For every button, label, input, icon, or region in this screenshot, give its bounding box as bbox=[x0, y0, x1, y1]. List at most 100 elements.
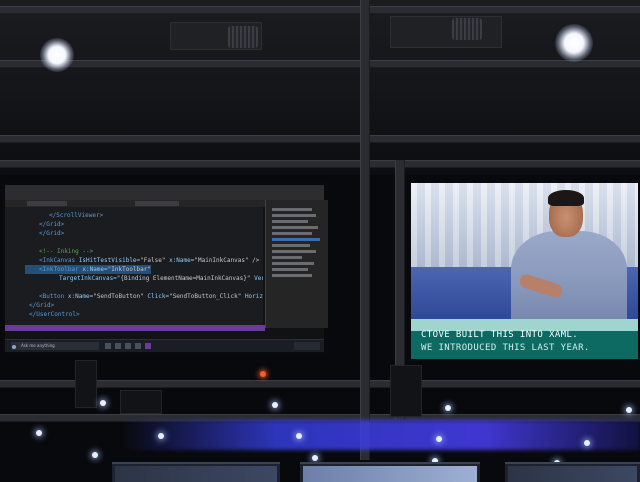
windows-taskbar: Ask me anything bbox=[5, 339, 324, 352]
ide-tab bbox=[27, 201, 67, 206]
code-line: </Grid> bbox=[25, 229, 64, 238]
ide-title-bar bbox=[5, 185, 324, 193]
ceiling-vent-icon bbox=[228, 26, 258, 48]
ide-tab bbox=[135, 201, 179, 206]
caption-line: CTOVE BUILT THIS INTO XAML. bbox=[421, 330, 579, 340]
truss-beam bbox=[0, 60, 640, 68]
tree-item bbox=[272, 262, 314, 265]
tree-item bbox=[272, 274, 312, 277]
code-line: </Grid> bbox=[25, 301, 54, 310]
taskbar-app-icon bbox=[115, 343, 121, 349]
ceiling-panel bbox=[390, 16, 502, 48]
code-token: <InkToolbar bbox=[39, 266, 83, 273]
taskbar-app-icon bbox=[125, 343, 131, 349]
tree-item bbox=[272, 220, 308, 223]
code-token: "{Binding ElementName=MainInkCanvas}" bbox=[116, 275, 255, 282]
code-token: x:Name= bbox=[67, 293, 94, 300]
stage-light-icon bbox=[36, 430, 42, 436]
taskbar-app-icon bbox=[145, 343, 151, 349]
speaker-video-screen: CTOVE BUILT THIS INTO XAML. WE INTRODUCE… bbox=[409, 181, 640, 361]
tree-item bbox=[272, 268, 308, 271]
code-line: <InkCanvas IsHitTestVisible="False" x:Na… bbox=[25, 256, 259, 265]
indicator-light-icon bbox=[260, 371, 266, 377]
caption-line: WE INTRODUCED THIS LAST YEAR. bbox=[421, 343, 590, 353]
code-editor: </ScrollViewer> </Grid> </Grid> <!-- Inking… bbox=[25, 207, 263, 325]
truss-column bbox=[360, 0, 370, 460]
code-line: </UserControl> bbox=[25, 310, 80, 319]
code-token: IsHitTestVisible= bbox=[78, 257, 141, 264]
stage-light-icon bbox=[436, 436, 442, 442]
search-circle-icon bbox=[12, 345, 16, 349]
system-tray bbox=[294, 342, 320, 350]
code-token: "InkToolbar" bbox=[107, 266, 152, 273]
tree-item bbox=[272, 244, 310, 247]
stage-light-icon bbox=[296, 433, 302, 439]
truss-beam bbox=[0, 160, 640, 168]
code-token: "MainInkCanvas" /> bbox=[194, 257, 260, 264]
code-token: HorizontalAlignment= bbox=[244, 293, 263, 300]
ide-gutter bbox=[5, 207, 26, 325]
stage-light-icon bbox=[626, 407, 632, 413]
tree-item bbox=[272, 214, 316, 217]
taskbar-app-icon bbox=[105, 343, 111, 349]
code-token: "SendToButton" bbox=[93, 293, 148, 300]
code-token: "False" bbox=[140, 257, 170, 264]
truss-beam bbox=[0, 135, 640, 143]
speaker-video bbox=[411, 183, 638, 326]
code-token: <Button bbox=[39, 293, 68, 300]
code-editor-screen: </ScrollViewer> </Grid> </Grid> <!-- Inking… bbox=[2, 182, 328, 354]
code-token: x:Name= bbox=[82, 266, 108, 273]
stage-lighting bbox=[120, 420, 640, 450]
code-line: </Grid> bbox=[25, 220, 64, 229]
tree-item bbox=[272, 250, 316, 253]
stage-light-icon bbox=[584, 440, 590, 446]
stage-monitor bbox=[505, 462, 640, 482]
code-line: <!-- Inking --> bbox=[25, 247, 93, 256]
ceiling-light-icon bbox=[555, 24, 593, 62]
ceiling bbox=[0, 0, 640, 175]
code-token: </Grid> bbox=[39, 221, 65, 228]
truss-beam bbox=[0, 6, 640, 14]
code-token: </Grid> bbox=[29, 302, 55, 309]
taskbar-search-text: Ask me anything bbox=[21, 343, 55, 348]
stage-monitor bbox=[300, 462, 480, 482]
ceiling-light-icon bbox=[40, 38, 74, 72]
code-line: </ScrollViewer> bbox=[25, 211, 103, 220]
taskbar-search-box: Ask me anything bbox=[11, 342, 99, 350]
tree-item-selected bbox=[272, 238, 320, 241]
ide-status-bar bbox=[5, 325, 265, 331]
hanging-speaker bbox=[390, 365, 422, 417]
ceiling-vent-icon bbox=[452, 18, 482, 40]
code-token: <InkCanvas bbox=[39, 257, 79, 264]
tree-item bbox=[272, 256, 302, 259]
taskbar-app-icon bbox=[135, 343, 141, 349]
code-token: "SendToButton_Click" bbox=[169, 293, 245, 300]
stage-light-icon bbox=[312, 455, 318, 461]
code-token: </Grid> bbox=[39, 230, 65, 237]
hanging-speaker bbox=[120, 390, 162, 414]
stage-light-icon bbox=[158, 433, 164, 439]
code-token: <!-- Inking --> bbox=[39, 248, 94, 255]
code-token: x:Name= bbox=[169, 257, 195, 264]
code-line: <Button x:Name="SendToButton" Click="Sen… bbox=[25, 292, 263, 301]
code-line: <InkToolbar x:Name="InkToolbar" bbox=[25, 265, 152, 274]
stage-light-icon bbox=[92, 452, 98, 458]
code-token: </ScrollViewer> bbox=[49, 212, 104, 219]
code-token: VerticalAlignment= bbox=[254, 275, 263, 282]
code-token: TargetInkCanvas= bbox=[59, 275, 117, 282]
stage-light-icon bbox=[445, 405, 451, 411]
code-token: Click= bbox=[147, 293, 170, 300]
code-line: TargetInkCanvas="{Binding ElementName=Ma… bbox=[25, 274, 263, 283]
code-token: </UserControl> bbox=[29, 311, 80, 318]
hanging-speaker bbox=[75, 360, 97, 408]
solution-explorer bbox=[265, 200, 328, 328]
tree-item bbox=[272, 226, 318, 229]
tree-item bbox=[272, 208, 312, 211]
tree-item bbox=[272, 232, 312, 235]
stage-light-icon bbox=[100, 400, 106, 406]
stage-monitor bbox=[112, 462, 280, 482]
stage-light-icon bbox=[272, 402, 278, 408]
speaker-hair bbox=[548, 190, 584, 206]
